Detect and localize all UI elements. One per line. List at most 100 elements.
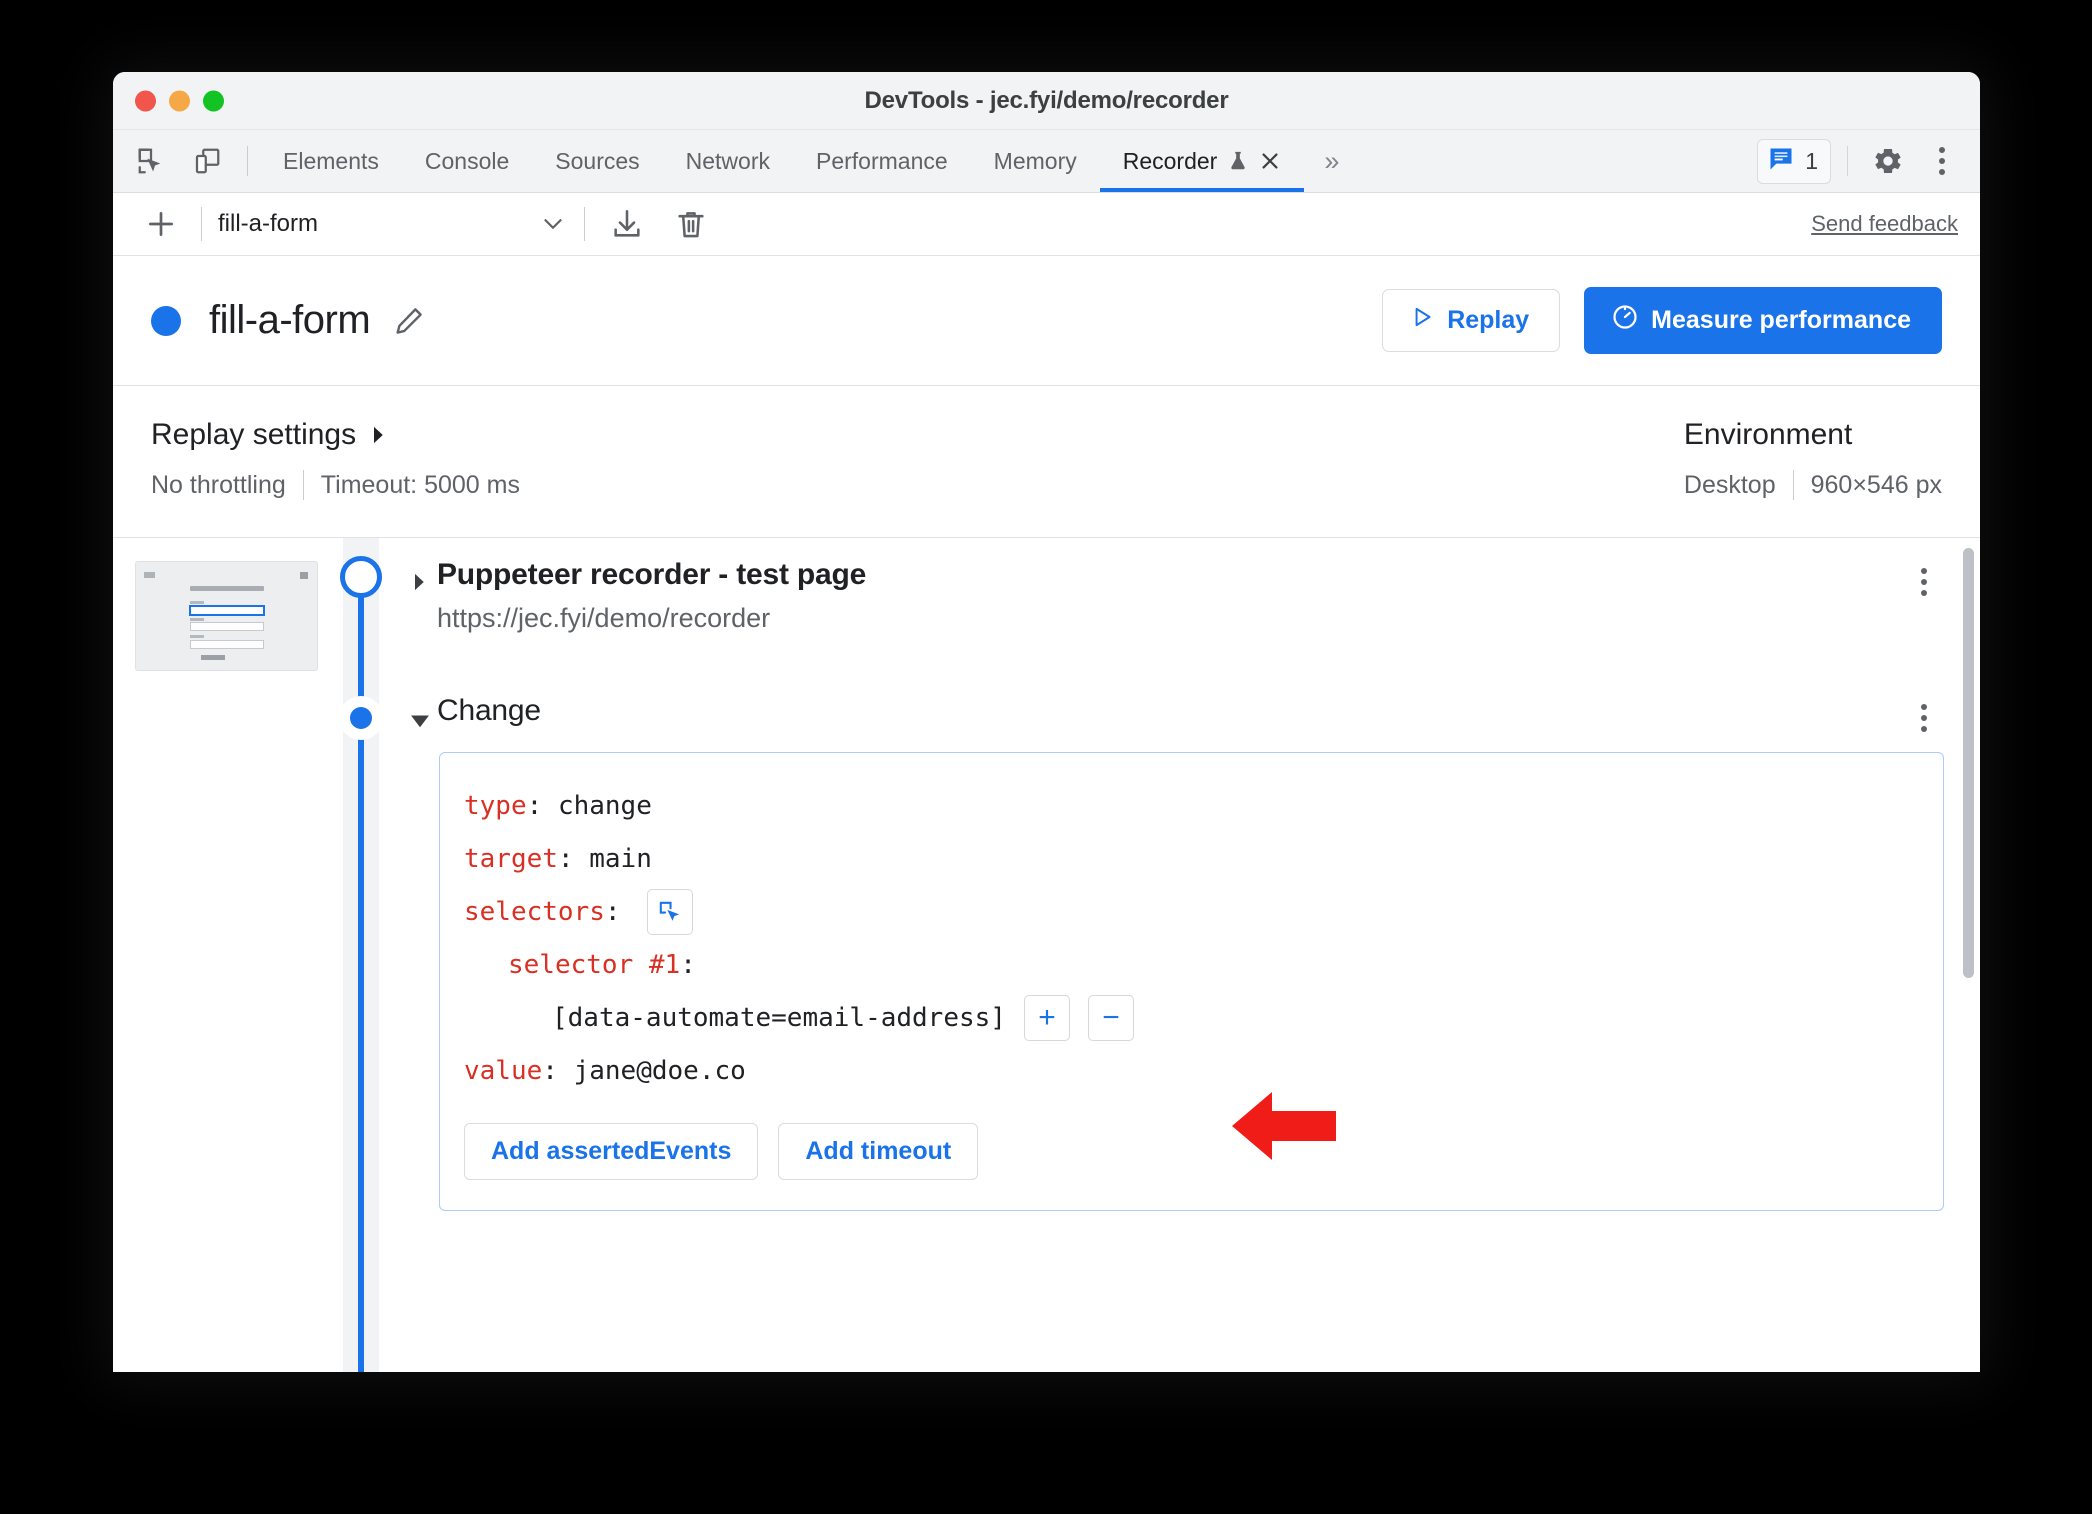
tab-sources-label: Sources bbox=[555, 147, 640, 174]
more-tabs-label: » bbox=[1324, 145, 1340, 176]
tab-performance[interactable]: Performance bbox=[793, 130, 971, 192]
step-navigate-more-icon[interactable] bbox=[1904, 558, 1944, 596]
tab-sources[interactable]: Sources bbox=[532, 130, 662, 192]
code-line-selector-1: selector #1: bbox=[464, 938, 1913, 991]
step-change-content: Change bbox=[437, 694, 1904, 728]
code-key-type: type bbox=[464, 790, 527, 821]
thumb-label-3 bbox=[190, 635, 205, 639]
recorder-toolbar: fill-a-form Send feedback bbox=[113, 193, 1980, 256]
tab-memory-label: Memory bbox=[993, 147, 1077, 174]
settings-gear-icon[interactable] bbox=[1864, 137, 1912, 185]
performance-gauge-icon bbox=[1611, 303, 1639, 338]
caret-down-icon[interactable] bbox=[403, 694, 437, 730]
tab-console-label: Console bbox=[424, 147, 510, 174]
replay-settings-label: Replay settings bbox=[151, 418, 357, 451]
recording-select-value: fill-a-form bbox=[218, 210, 318, 237]
environment-group: Environment Desktop 960×546 px bbox=[1684, 386, 1942, 537]
zoom-window-button[interactable] bbox=[203, 90, 224, 111]
replay-button-label: Replay bbox=[1447, 306, 1530, 334]
step-screenshot-thumbnail[interactable] bbox=[135, 561, 318, 671]
thumb-input-3 bbox=[190, 639, 265, 649]
caret-right-icon[interactable] bbox=[403, 558, 437, 592]
code-key-selector-1: selector #1 bbox=[508, 949, 681, 980]
thumb-heading bbox=[189, 585, 264, 591]
code-value-type[interactable]: change bbox=[558, 791, 652, 821]
recording-status-dot bbox=[151, 305, 181, 336]
device-toolbar-icon[interactable] bbox=[179, 130, 235, 192]
thumb-logo bbox=[144, 572, 155, 578]
devtools-window: DevTools - jec.fyi/demo/recorder Element… bbox=[113, 72, 1980, 1372]
minimize-window-button[interactable] bbox=[169, 90, 190, 111]
close-recorder-tab-icon[interactable] bbox=[1259, 150, 1281, 172]
tab-network[interactable]: Network bbox=[663, 130, 793, 192]
steps-scrollbar[interactable] bbox=[1963, 548, 1974, 978]
close-window-button[interactable] bbox=[135, 90, 156, 111]
code-key-target: target bbox=[464, 843, 558, 874]
tabbar-right-actions: 1 bbox=[1757, 130, 1980, 192]
code-sep-selector-1: : bbox=[680, 949, 696, 980]
create-recording-button[interactable] bbox=[137, 200, 185, 248]
recording-select[interactable]: fill-a-form bbox=[218, 209, 568, 239]
tabbar-divider bbox=[247, 146, 248, 176]
message-badge-button[interactable]: 1 bbox=[1757, 138, 1831, 184]
pencil-icon[interactable] bbox=[392, 304, 426, 338]
selector-picker-icon[interactable] bbox=[646, 888, 693, 935]
steps-timeline bbox=[339, 538, 383, 1372]
code-key-value: value bbox=[464, 1055, 543, 1086]
inspect-element-icon[interactable] bbox=[123, 130, 179, 192]
experiment-flask-icon bbox=[1227, 149, 1249, 173]
tabbar-right-divider bbox=[1847, 146, 1848, 176]
steps-list: Puppeteer recorder - test page https://j… bbox=[379, 538, 1980, 1372]
replay-settings-toggle[interactable]: Replay settings bbox=[151, 418, 520, 452]
step-change-more-icon[interactable] bbox=[1904, 694, 1944, 732]
tab-console[interactable]: Console bbox=[402, 130, 532, 192]
tab-memory[interactable]: Memory bbox=[971, 130, 1100, 192]
selector-value-text[interactable]: [data-automate=email-address] bbox=[552, 1003, 1006, 1033]
code-card-actions: Add assertedEvents Add timeout bbox=[464, 1123, 1913, 1180]
remove-selector-part-button[interactable]: − bbox=[1087, 994, 1134, 1041]
replay-settings-summary: No throttling Timeout: 5000 ms bbox=[151, 470, 520, 500]
environment-viewport: 960×546 px bbox=[1810, 470, 1942, 499]
environment-summary: Desktop 960×546 px bbox=[1684, 470, 1942, 500]
add-selector-part-button[interactable]: + bbox=[1023, 994, 1070, 1041]
summary-divider bbox=[302, 470, 304, 500]
thumb-input-2 bbox=[190, 622, 265, 632]
screenshot-thumbnail-column bbox=[113, 538, 343, 1372]
tab-elements[interactable]: Elements bbox=[260, 130, 402, 192]
kebab-dots bbox=[1939, 147, 1945, 175]
traffic-lights bbox=[135, 90, 224, 111]
code-line-selectors: selectors: bbox=[464, 885, 1913, 938]
code-line-selector-value: [data-automate=email-address] + − bbox=[464, 991, 1913, 1044]
send-feedback-link[interactable]: Send feedback bbox=[1811, 211, 1958, 237]
add-asserted-events-button[interactable]: Add assertedEvents bbox=[464, 1123, 759, 1180]
replay-button[interactable]: Replay bbox=[1382, 289, 1561, 352]
environment-device: Desktop bbox=[1683, 470, 1776, 499]
thumb-label-1 bbox=[190, 600, 205, 604]
window-titlebar: DevTools - jec.fyi/demo/recorder bbox=[113, 72, 1980, 130]
code-sep-type: : bbox=[526, 790, 543, 821]
kebab-dots bbox=[1921, 704, 1927, 732]
window-title: DevTools - jec.fyi/demo/recorder bbox=[864, 86, 1229, 114]
recording-actions: Replay Measure performance bbox=[1382, 287, 1942, 354]
step-navigate-url: https://jec.fyi/demo/recorder bbox=[437, 603, 771, 633]
add-timeout-button[interactable]: Add timeout bbox=[778, 1123, 979, 1180]
toolbar-divider-2 bbox=[584, 207, 585, 241]
thumb-submit-button bbox=[201, 654, 226, 660]
step-change-title: Change bbox=[437, 694, 541, 727]
code-value-value[interactable]: jane@doe.co bbox=[574, 1056, 746, 1086]
tab-recorder[interactable]: Recorder bbox=[1099, 130, 1305, 192]
recording-title: fill-a-form bbox=[209, 298, 371, 342]
more-tabs-chevron-icon[interactable]: » bbox=[1304, 130, 1359, 192]
environment-title: Environment bbox=[1683, 418, 1853, 451]
code-line-value: value: jane@doe.co bbox=[464, 1044, 1913, 1097]
code-value-target[interactable]: main bbox=[589, 844, 652, 874]
environment-divider bbox=[1792, 470, 1794, 500]
delete-icon[interactable] bbox=[665, 198, 717, 250]
more-options-kebab-icon[interactable] bbox=[1918, 137, 1966, 185]
thumb-label-2 bbox=[190, 618, 205, 622]
export-icon[interactable] bbox=[601, 198, 653, 250]
step-navigate[interactable]: Puppeteer recorder - test page https://j… bbox=[379, 550, 1980, 634]
measure-performance-button[interactable]: Measure performance bbox=[1584, 287, 1942, 354]
steps-area: Puppeteer recorder - test page https://j… bbox=[113, 538, 1980, 1372]
step-change[interactable]: Change bbox=[379, 686, 1980, 732]
